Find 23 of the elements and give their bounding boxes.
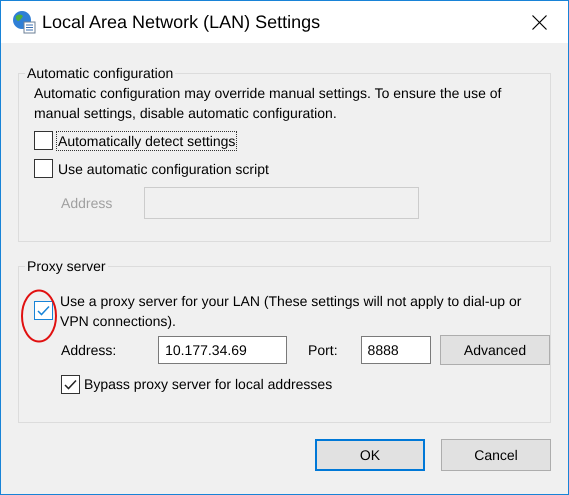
annotation-circle <box>21 289 57 343</box>
checkbox-label: Use a proxy server for your LAN (These settings will not apply to dial-up or VPN connections). <box>60 292 522 331</box>
checkbox-label: Bypass proxy server for local addresses <box>84 375 332 394</box>
checkbox-label: Automatically detect settings <box>57 132 236 150</box>
checkbox[interactable] <box>34 131 53 150</box>
dialog-button[interactable]: OK <box>315 439 425 471</box>
check-icon <box>64 379 77 390</box>
address-field[interactable]: 10.177.34.69 <box>158 336 288 364</box>
checkbox[interactable] <box>34 301 53 320</box>
description-text: Automatic configuration may override manual settings. To ensure the use of manual settings, disable automatic configuration. <box>34 84 502 123</box>
window-title: Local Area Network (LAN) Settings <box>42 10 320 34</box>
dialog-button[interactable]: Cancel <box>441 439 551 471</box>
checkbox[interactable] <box>34 159 53 178</box>
close-icon[interactable] <box>532 14 547 30</box>
globe-settings-icon <box>12 10 36 34</box>
field-label: Address <box>61 194 114 212</box>
field-label: Port: <box>308 340 339 360</box>
checkbox-label: Use automatic configuration script <box>57 160 270 178</box>
port-field[interactable]: 8888 <box>360 336 431 364</box>
check-icon <box>37 305 50 316</box>
checkbox[interactable] <box>61 375 80 394</box>
field-label: Address: <box>61 340 118 360</box>
advanced-button[interactable]: Advanced <box>440 335 550 365</box>
